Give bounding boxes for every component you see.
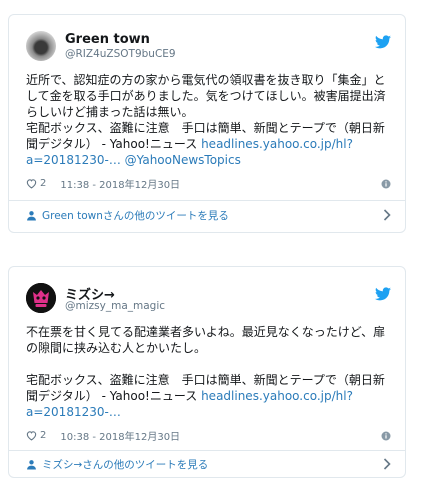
tweet-body: 近所で、認知症の方の家から電気代の領収書を抜き取り「集金」として金を取る手口があ…: [26, 72, 391, 168]
display-name[interactable]: Green town: [65, 32, 150, 47]
mention-link[interactable]: @YahooNewsTopics: [125, 153, 241, 167]
user-handle[interactable]: @RIZ4uZSOT9buCE9: [65, 48, 176, 60]
more-tweets-link[interactable]: ミズシ→さんの他のツイートを見る: [26, 456, 391, 472]
tweet-body: 不在票を甘く見てる配達業者多いよね。最近見なくなったけど、扉の隙間に挟み込む人と…: [26, 324, 391, 420]
twitter-bird-icon[interactable]: [375, 287, 391, 301]
info-icon[interactable]: [381, 431, 391, 441]
tweet-text-quote: 宅配ボックス、盗難に注意 手口は簡単、新聞とテープで（朝日新聞デジタル） - Y…: [26, 120, 391, 168]
more-tweets-label: Green townさんの他のツイートを見る: [42, 209, 229, 222]
tweet-text-quote: 宅配ボックス、盗難に注意 手口は簡単、新聞とテープで（朝日新聞デジタル） - Y…: [26, 372, 391, 420]
timestamp[interactable]: 11:38 - 2018年12月30日: [60, 176, 180, 191]
tweet-card[interactable]: ミズシ→ @mizsy_ma_magic 不在票を甘く見てる配達業者多いよね。最…: [8, 266, 406, 478]
tweet-text: 近所で、認知症の方の家から電気代の領収書を抜き取り「集金」として金を取る手口があ…: [26, 73, 386, 119]
divider: [9, 450, 405, 451]
avatar[interactable]: [26, 31, 56, 61]
divider: [9, 200, 405, 201]
more-tweets-link[interactable]: Green townさんの他のツイートを見る: [26, 207, 391, 223]
info-icon[interactable]: [381, 179, 391, 189]
avatar[interactable]: [26, 283, 56, 313]
like-count[interactable]: 2: [40, 178, 46, 189]
tweet-text: 不在票を甘く見てる配達業者多いよね。最近見なくなったけど、扉の隙間に挟み込む人と…: [26, 325, 386, 355]
timestamp[interactable]: 10:38 - 2018年12月30日: [60, 428, 180, 443]
chevron-right-icon: [383, 209, 391, 221]
heart-icon[interactable]: [26, 178, 37, 189]
user-handle[interactable]: @mizsy_ma_magic: [65, 300, 165, 312]
tweet-card[interactable]: Green town @RIZ4uZSOT9buCE9 近所で、認知症の方の家か…: [8, 14, 406, 233]
tweet-header: ミズシ→ @mizsy_ma_magic: [9, 267, 405, 317]
twitter-bird-icon[interactable]: [375, 35, 391, 49]
like-count[interactable]: 2: [40, 430, 46, 441]
more-tweets-label: ミズシ→さんの他のツイートを見る: [42, 458, 209, 471]
tweet-meta: 2 11:38 - 2018年12月30日: [26, 176, 391, 191]
heart-icon[interactable]: [26, 430, 37, 441]
person-icon: [27, 210, 36, 220]
avatar-emblem-icon: [26, 283, 56, 313]
tweet-header: Green town @RIZ4uZSOT9buCE9: [9, 15, 405, 65]
tweet-meta: 2 10:38 - 2018年12月30日: [26, 428, 391, 443]
person-icon: [27, 459, 36, 469]
chevron-right-icon: [383, 458, 391, 470]
